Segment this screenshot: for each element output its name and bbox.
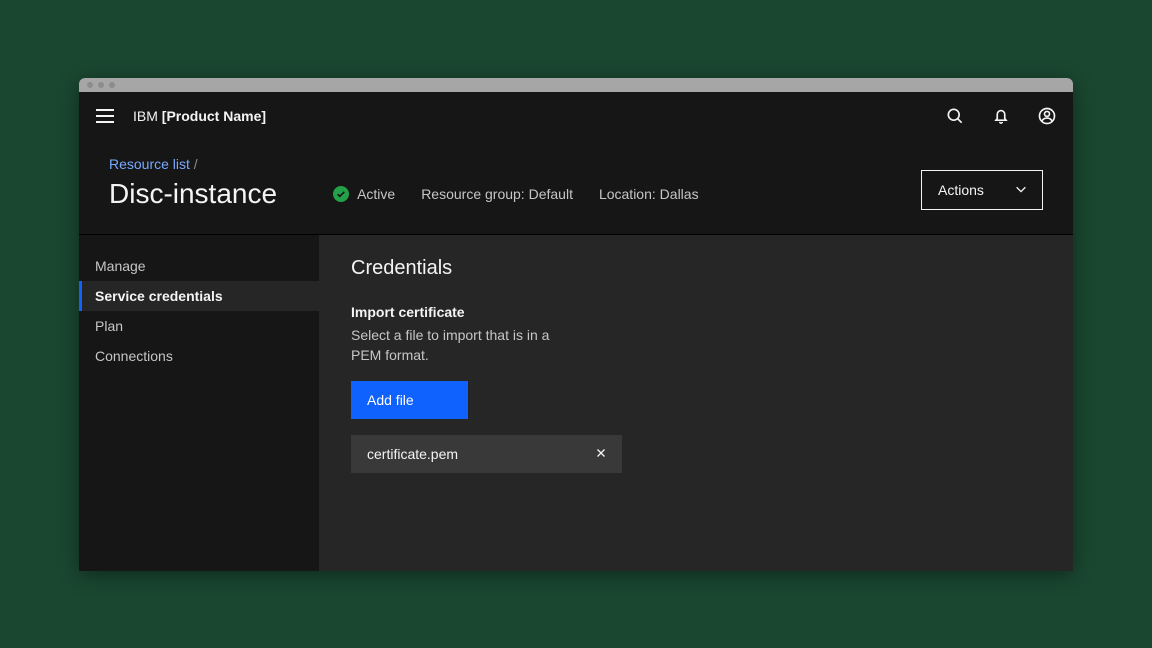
window-dot-max[interactable] <box>109 82 115 88</box>
sidebar-item-plan[interactable]: Plan <box>79 311 319 341</box>
notifications-icon[interactable] <box>991 106 1011 126</box>
window-dot-close[interactable] <box>87 82 93 88</box>
content-body: Manage Service credentials Plan Connecti… <box>79 235 1073 571</box>
add-file-label: Add file <box>367 392 414 408</box>
resource-group-meta: Resource group: Default <box>421 186 573 202</box>
top-nav: IBM [Product Name] <box>79 92 1073 140</box>
sidebar-item-service-credentials[interactable]: Service credentials <box>79 281 319 311</box>
close-icon <box>594 446 608 463</box>
brand-thin: IBM <box>133 108 162 124</box>
status-badge: Active <box>333 186 395 202</box>
resource-group-label: Resource group: <box>421 186 528 202</box>
window-titlebar <box>79 78 1073 92</box>
app-window: IBM [Product Name] Resource list / Disc-… <box>79 78 1073 571</box>
breadcrumb-link-resource-list[interactable]: Resource list <box>109 156 190 172</box>
remove-file-button[interactable] <box>594 446 608 463</box>
sidebar-item-label: Plan <box>95 318 123 334</box>
section-title: Credentials <box>351 257 1073 280</box>
brand-label: IBM [Product Name] <box>133 108 266 124</box>
status-label: Active <box>357 186 395 202</box>
actions-label: Actions <box>938 182 984 198</box>
page-title: Disc-instance <box>109 178 277 210</box>
window-dot-min[interactable] <box>98 82 104 88</box>
user-avatar-icon[interactable] <box>1037 106 1057 126</box>
search-icon[interactable] <box>945 106 965 126</box>
main-panel: Credentials Import certificate Select a … <box>319 235 1073 571</box>
status-check-icon <box>333 186 349 202</box>
actions-dropdown[interactable]: Actions <box>921 170 1043 210</box>
import-certificate-label: Import certificate <box>351 304 1073 320</box>
sidebar-item-label: Service credentials <box>95 288 223 304</box>
breadcrumb: Resource list / <box>109 156 699 172</box>
chevron-down-icon <box>1014 182 1028 199</box>
page-header: Resource list / Disc-instance Active Res… <box>79 140 1073 235</box>
side-nav: Manage Service credentials Plan Connecti… <box>79 235 319 571</box>
location-value: Dallas <box>660 186 699 202</box>
sidebar-item-connections[interactable]: Connections <box>79 341 319 371</box>
location-meta: Location: Dallas <box>599 186 699 202</box>
sidebar-item-manage[interactable]: Manage <box>79 251 319 281</box>
sidebar-item-label: Connections <box>95 348 173 364</box>
import-certificate-help: Select a file to import that is in a PEM… <box>351 326 561 365</box>
add-file-button[interactable]: Add file <box>351 381 468 419</box>
breadcrumb-separator: / <box>190 156 198 172</box>
brand-bold: [Product Name] <box>162 108 266 124</box>
resource-group-value: Default <box>529 186 573 202</box>
menu-button[interactable] <box>95 106 115 126</box>
sidebar-item-label: Manage <box>95 258 146 274</box>
uploaded-file-chip: certificate.pem <box>351 435 622 473</box>
uploaded-file-name: certificate.pem <box>367 446 458 462</box>
location-label: Location: <box>599 186 660 202</box>
